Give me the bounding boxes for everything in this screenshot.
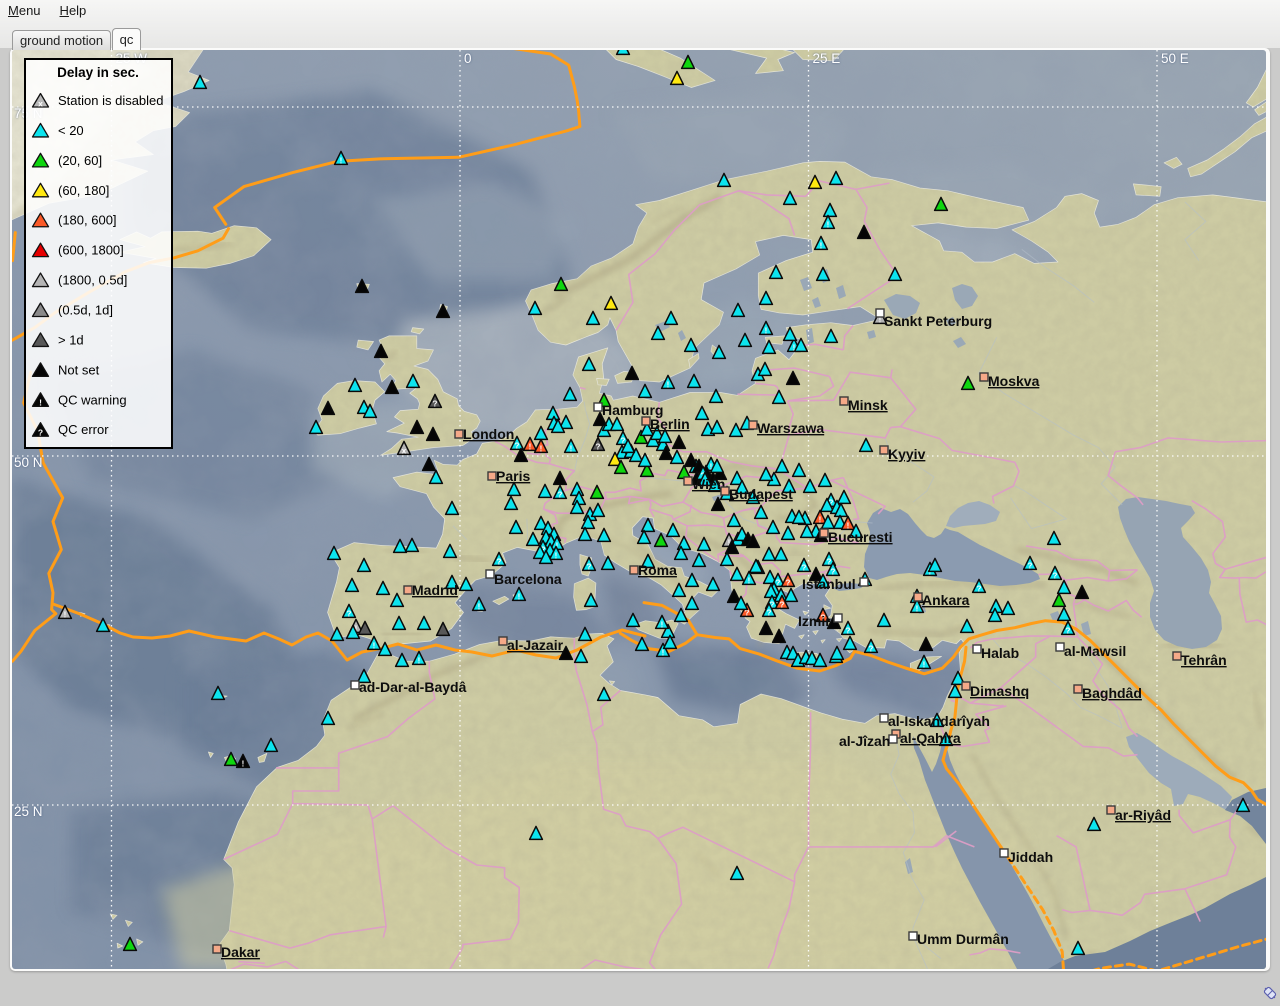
svg-text:?: ?	[1028, 562, 1033, 571]
svg-text:QC warning: QC warning	[58, 392, 127, 407]
svg-text:!: !	[570, 445, 573, 454]
svg-text:Madrid: Madrid	[412, 582, 458, 598]
svg-text:?: ?	[347, 610, 352, 619]
svg-text:(180, 600]: (180, 600]	[58, 213, 117, 228]
svg-text:al-Mawsil: al-Mawsil	[1064, 643, 1126, 659]
svg-text:Delay in sec.: Delay in sec.	[57, 65, 139, 80]
svg-text:> 1d: > 1d	[58, 332, 84, 347]
svg-text:Ankara: Ankara	[922, 592, 970, 608]
svg-text:Not set: Not set	[58, 362, 100, 377]
svg-text:Station is disabled: Station is disabled	[58, 93, 164, 108]
svg-text:Kyyiv: Kyyiv	[888, 446, 926, 462]
svg-text:(60, 180]: (60, 180]	[58, 183, 109, 198]
svg-text:!: !	[64, 611, 67, 620]
svg-text:Warszawa: Warszawa	[757, 420, 824, 436]
svg-text:25 E: 25 E	[813, 51, 841, 66]
svg-text:ar-Riyâd: ar-Riyâd	[1115, 807, 1171, 823]
svg-text:Budapest: Budapest	[729, 486, 793, 502]
svg-text:Sankt Peterburg: Sankt Peterburg	[884, 313, 992, 329]
svg-text:?: ?	[596, 443, 601, 452]
svg-text:Roma: Roma	[638, 562, 677, 578]
svg-text:Halab: Halab	[981, 645, 1019, 661]
svg-text:0: 0	[464, 51, 472, 66]
svg-text:!: !	[765, 327, 768, 336]
svg-text:!: !	[916, 605, 919, 614]
svg-text:Dimashq: Dimashq	[970, 683, 1029, 699]
svg-text:?: ?	[587, 563, 592, 572]
svg-text:!: !	[820, 242, 823, 251]
svg-text:!: !	[340, 157, 343, 166]
svg-text:Jiddah: Jiddah	[1008, 849, 1053, 865]
svg-text:?: ?	[38, 428, 43, 438]
svg-text:Berlin: Berlin	[650, 416, 690, 432]
svg-text:?: ?	[515, 442, 520, 451]
svg-text:!: !	[518, 593, 521, 602]
svg-text:x: x	[402, 447, 407, 456]
svg-text:!: !	[667, 381, 670, 390]
svg-text:!: !	[662, 649, 665, 658]
svg-text:x: x	[38, 98, 43, 108]
svg-text:Umm Durmân: Umm Durmân	[917, 931, 1009, 947]
svg-text:London: London	[463, 426, 514, 442]
svg-text:!: !	[819, 516, 822, 525]
svg-text:!: !	[418, 657, 421, 666]
svg-text:al-Iskandarîyah: al-Iskandarîyah	[888, 713, 990, 729]
svg-text:!: !	[555, 552, 558, 561]
svg-text:Barcelona: Barcelona	[494, 571, 562, 587]
svg-text:50 N: 50 N	[14, 455, 43, 470]
svg-text:Baghdâd: Baghdâd	[1082, 685, 1142, 701]
svg-text:al-Jîzah: al-Jîzah	[839, 733, 890, 749]
svg-text:(0.5d, 1d]: (0.5d, 1d]	[58, 303, 113, 318]
svg-text:?: ?	[869, 645, 874, 654]
svg-text:(1800, 0.5d]: (1800, 0.5d]	[58, 273, 127, 288]
svg-text:?: ?	[786, 579, 791, 588]
svg-text:?: ?	[558, 491, 563, 500]
svg-text:!: !	[373, 642, 376, 651]
svg-text:Tehrân: Tehrân	[1181, 652, 1227, 668]
svg-text:?: ?	[433, 400, 438, 409]
svg-text:al-Qahira: al-Qahira	[900, 730, 961, 746]
svg-text:Izmir: Izmir	[798, 613, 831, 629]
svg-text:(20, 60]: (20, 60]	[58, 153, 102, 168]
svg-text:Minsk: Minsk	[848, 397, 888, 413]
svg-text:al-Jazair: al-Jazair	[507, 637, 564, 653]
svg-text:Istanbul: Istanbul	[802, 576, 856, 592]
svg-text:!: !	[529, 443, 532, 452]
svg-text:!: !	[827, 221, 830, 230]
svg-text:!: !	[478, 603, 481, 612]
svg-text:Paris: Paris	[496, 468, 530, 484]
svg-text:!: !	[242, 760, 245, 769]
svg-text:?: ?	[977, 585, 982, 594]
svg-text:!: !	[661, 621, 664, 630]
svg-text:?: ?	[780, 601, 785, 610]
svg-text:?: ?	[802, 564, 807, 573]
svg-text:!: !	[923, 661, 926, 670]
svg-text:?: ?	[1053, 572, 1058, 581]
svg-text:Bucuresti: Bucuresti	[828, 529, 893, 545]
svg-text:!: !	[540, 445, 543, 454]
svg-text:ad-Dar-al-Baydâ: ad-Dar-al-Baydâ	[359, 679, 467, 695]
svg-text:50 E: 50 E	[1161, 51, 1189, 66]
svg-text:Moskva: Moskva	[988, 373, 1040, 389]
svg-text:?: ?	[767, 609, 772, 618]
svg-text:(600, 1800]: (600, 1800]	[58, 243, 124, 258]
svg-text:!: !	[748, 577, 751, 586]
svg-text:25 N: 25 N	[14, 804, 43, 819]
svg-text:?: ?	[846, 627, 851, 636]
svg-text:?: ?	[1066, 627, 1071, 636]
svg-text:QC error: QC error	[58, 422, 109, 437]
svg-text:?: ?	[497, 558, 502, 567]
svg-text:Dakar: Dakar	[221, 944, 260, 960]
svg-text:< 20: < 20	[58, 123, 84, 138]
svg-text:!: !	[39, 398, 42, 408]
